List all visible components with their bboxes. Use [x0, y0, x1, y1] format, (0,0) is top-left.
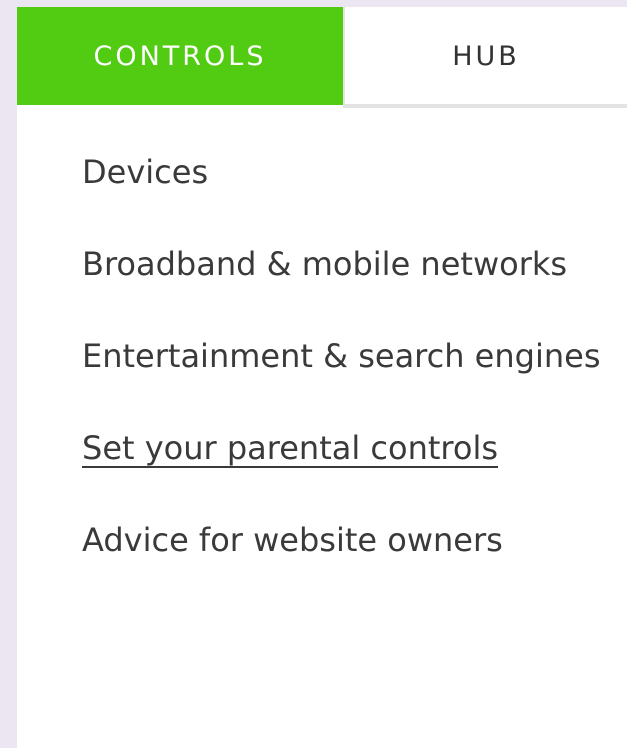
tab-divider — [343, 104, 627, 108]
menu-item-entertainment-search-engines[interactable]: Entertainment & search engines — [82, 331, 602, 381]
menu-item-devices[interactable]: Devices — [82, 147, 602, 197]
menu-item-advice-website-owners[interactable]: Advice for website owners — [82, 515, 602, 565]
tab-bar: CONTROLS HUB — [17, 7, 627, 105]
navigation-panel: CONTROLS HUB Devices Broadband & mobile … — [17, 7, 627, 748]
controls-menu: Devices Broadband & mobile networks Ente… — [82, 147, 602, 607]
tab-hub[interactable]: HUB — [343, 7, 627, 105]
tab-controls[interactable]: CONTROLS — [17, 7, 343, 105]
menu-item-set-parental-controls[interactable]: Set your parental controls — [82, 423, 602, 473]
menu-item-broadband-mobile-networks[interactable]: Broadband & mobile networks — [82, 239, 602, 289]
